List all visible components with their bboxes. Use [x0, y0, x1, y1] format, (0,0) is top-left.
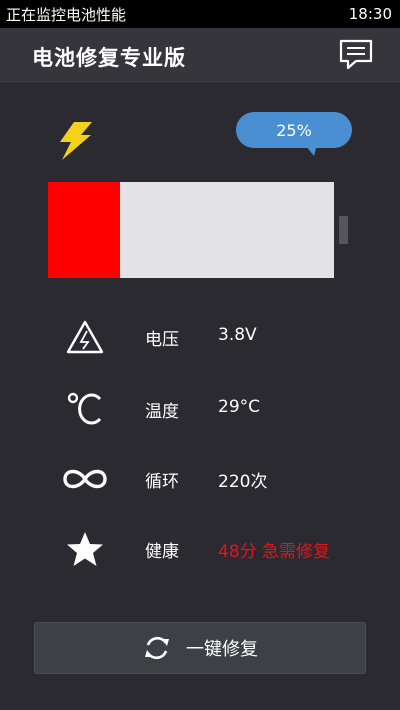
- repair-button-label: 一键修复: [186, 639, 258, 660]
- stat-label: 健康: [145, 542, 179, 562]
- battery-percent-badge: 25%: [236, 112, 352, 148]
- stat-value-alert: 48分 急需修复: [218, 542, 331, 562]
- stat-value: 220次: [218, 472, 268, 492]
- stat-label: 循环: [145, 472, 179, 492]
- stat-row-health: 健康 48分 急需修复: [0, 524, 400, 574]
- stat-value: 3.8V: [218, 325, 257, 345]
- stat-row-voltage: 电压 3.8V: [0, 312, 400, 362]
- status-time: 18:30: [348, 5, 392, 23]
- page-title: 电池修复专业版: [32, 46, 186, 70]
- infinity-icon: [60, 458, 110, 500]
- stat-label: 温度: [145, 402, 179, 422]
- refresh-icon: [145, 636, 169, 660]
- voltage-warning-icon: [60, 316, 110, 358]
- stat-label: 电压: [145, 330, 179, 350]
- one-tap-repair-button[interactable]: 一键修复: [34, 622, 366, 674]
- stat-row-cycles: 循环 220次: [0, 454, 400, 504]
- stat-value: 29°C: [218, 397, 261, 417]
- stat-row-temperature: 温度 29°C: [0, 384, 400, 434]
- badge-pointer: [305, 145, 317, 156]
- app-header: 电池修复专业版: [0, 28, 400, 84]
- celsius-icon: [60, 388, 110, 430]
- status-bar: 正在监控电池性能 18:30: [0, 0, 400, 28]
- charging-bolt-icon: [54, 120, 98, 162]
- battery-terminal: [339, 216, 348, 244]
- battery-level-fill: [48, 182, 120, 278]
- message-button[interactable]: [338, 38, 374, 72]
- star-icon: [60, 528, 110, 570]
- chat-bubble-icon: [339, 39, 373, 70]
- status-text: 正在监控电池性能: [6, 5, 127, 24]
- battery-gauge: [48, 182, 334, 278]
- battery-percent-label: 25%: [276, 120, 312, 140]
